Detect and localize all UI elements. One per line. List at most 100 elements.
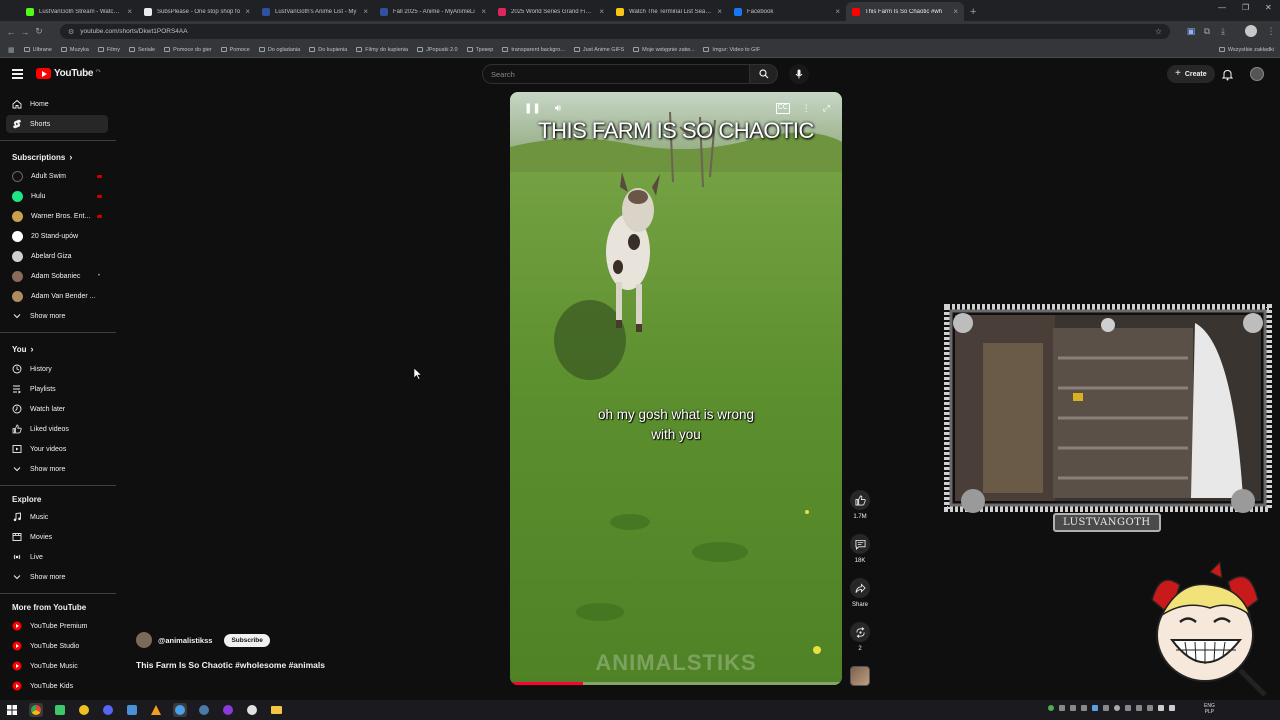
tab-close-icon[interactable]: × <box>835 7 840 16</box>
tab-close-icon[interactable]: × <box>363 7 368 16</box>
pause-icon[interactable]: ❚❚ <box>524 103 541 114</box>
maximize-icon[interactable]: ❐ <box>1242 3 1249 12</box>
short-video-player[interactable]: ❚❚ 🔊︎ CC ⋮ ⤢ THIS FARM IS SO CHAOTIC oh … <box>510 92 842 685</box>
tray-icon-3[interactable] <box>1070 705 1076 711</box>
browser-tab[interactable]: LustVanGoth's Anime List - My × <box>256 2 374 21</box>
tray-icon-9[interactable] <box>1136 705 1142 711</box>
bookmark-item[interactable]: Pomoce <box>220 47 250 53</box>
steam-icon[interactable] <box>197 703 211 717</box>
bookmark-item[interactable]: Pomoce do gier <box>164 47 212 53</box>
tab-close-icon[interactable]: × <box>599 7 604 16</box>
captions-icon[interactable]: CC <box>775 103 790 114</box>
tab-close-icon[interactable]: × <box>245 7 250 16</box>
sidebar-subscription[interactable]: Hulu <box>6 187 108 205</box>
bookmark-item[interactable]: Ulbrane <box>23 47 52 53</box>
app-icon-6[interactable] <box>149 703 163 717</box>
apps-icon[interactable]: ▦ <box>8 46 15 54</box>
tab-close-icon[interactable]: × <box>481 7 486 16</box>
sidebar-item-your-videos[interactable]: Your videos <box>6 440 108 458</box>
volume-tray-icon[interactable] <box>1169 705 1175 711</box>
sidebar-item-movies[interactable]: Movies <box>6 528 108 546</box>
sidebar-item-playlists[interactable]: Playlists <box>6 380 108 398</box>
sidebar-subscription[interactable]: Abelard Giza <box>6 247 108 265</box>
share-button[interactable] <box>850 578 870 598</box>
chrome-icon[interactable] <box>29 703 43 717</box>
discord-icon[interactable] <box>101 703 115 717</box>
sidebar-item-youtube-product[interactable]: YouTube Premium <box>6 617 108 635</box>
bookmark-item[interactable]: Seriale <box>128 47 155 53</box>
new-tab-button[interactable]: + <box>964 6 982 21</box>
browser-tab[interactable]: Facebook × <box>728 2 846 21</box>
fullscreen-icon[interactable]: ⤢ <box>823 103 830 114</box>
youtube-logo[interactable]: YouTube PL <box>36 68 101 79</box>
more-options-icon[interactable]: ⋮ <box>802 103 811 114</box>
browser-tab[interactable]: This Farm Is So Chaotic #wh × <box>846 2 964 21</box>
app-icon-10[interactable] <box>245 703 259 717</box>
tray-icon-4[interactable] <box>1081 705 1087 711</box>
short-title[interactable]: This Farm Is So Chaotic #wholesome #anim… <box>136 660 325 670</box>
bookmark-item[interactable]: Do ogladania <box>258 47 300 53</box>
sidebar-subscription[interactable]: Adult Swim <box>6 167 108 185</box>
menu-dots-icon[interactable]: ⋮ <box>1264 26 1278 37</box>
bookmark-item[interactable]: Muzyka <box>60 47 89 53</box>
file-explorer-icon[interactable] <box>269 703 283 717</box>
browser-tab[interactable]: Watch The Terminal List Season × <box>610 2 728 21</box>
app-icon-7[interactable] <box>173 703 187 717</box>
sidebar-item-youtube-product[interactable]: YouTube Music <box>6 657 108 675</box>
tab-close-icon[interactable]: × <box>717 7 722 16</box>
language-indicator[interactable]: ENG PLP <box>1204 703 1215 715</box>
search-input[interactable]: Search <box>482 64 750 84</box>
app-icon-9[interactable] <box>221 703 235 717</box>
subscriptions-heading[interactable]: Subscriptions › <box>12 152 72 162</box>
bookmark-item[interactable]: Imgur: Video to GIF <box>703 47 760 53</box>
extensions-icon[interactable]: ⧉ <box>1200 26 1214 37</box>
bookmark-item[interactable]: JPopuski 2.0 <box>417 47 458 53</box>
minimize-icon[interactable]: — <box>1218 3 1226 12</box>
sidebar-item-youtube-product[interactable]: YouTube Kids <box>6 677 108 695</box>
sidebar-item-history[interactable]: History <box>6 360 108 378</box>
app-icon-3[interactable] <box>77 703 91 717</box>
bookmark-item[interactable]: Moje wstępnie zatw... <box>633 47 694 53</box>
all-bookmarks[interactable]: Wszystkie zakładki <box>1218 47 1274 53</box>
back-icon[interactable]: ← <box>4 27 18 37</box>
address-bar[interactable]: ⚙ youtube.com/shorts/Dkwt1PORS4AA ☆ <box>60 24 1170 39</box>
extension-icon[interactable]: ▣ <box>1184 26 1198 37</box>
site-info-icon[interactable]: ⚙ <box>68 28 74 36</box>
reload-icon[interactable]: ↻ <box>32 26 46 37</box>
sidebar-subscription[interactable]: 20 Stand-upów <box>6 227 108 245</box>
bookmark-item[interactable]: Filmy <box>97 47 120 53</box>
download-icon[interactable]: ⤓ <box>1216 26 1230 37</box>
subscriptions-show-more[interactable]: Show more <box>6 307 108 325</box>
comments-button[interactable] <box>850 534 870 554</box>
sidebar-item-youtube-product[interactable]: YouTube Studio <box>6 637 108 655</box>
bookmark-item[interactable]: Filmy do kupienia <box>356 47 408 53</box>
sidebar-item-home[interactable]: Home <box>6 95 108 113</box>
hamburger-menu-icon[interactable] <box>12 69 23 79</box>
network-icon[interactable] <box>1158 705 1164 711</box>
sound-thumbnail[interactable] <box>850 666 870 686</box>
progress-bar[interactable] <box>510 682 842 685</box>
sidebar-item-liked-videos[interactable]: Liked videos <box>6 420 108 438</box>
tray-icon-10[interactable] <box>1147 705 1153 711</box>
start-icon[interactable] <box>5 703 19 717</box>
tab-close-icon[interactable]: × <box>127 7 132 16</box>
account-avatar[interactable] <box>1250 67 1264 81</box>
sidebar-subscription[interactable]: Adam Sobaniec • <box>6 267 108 285</box>
tray-icon-5[interactable] <box>1092 705 1098 711</box>
browser-tab[interactable]: SubsPlease - One stop shop fo × <box>138 2 256 21</box>
tray-icon-2[interactable] <box>1059 705 1065 711</box>
explore-show-more[interactable]: Show more <box>6 568 108 586</box>
channel-avatar[interactable] <box>136 632 152 648</box>
tray-icon-1[interactable] <box>1048 705 1054 711</box>
notifications-button[interactable] <box>1221 68 1234 86</box>
voice-search-button[interactable] <box>789 64 809 84</box>
app-icon-5[interactable] <box>125 703 139 717</box>
close-window-icon[interactable]: ✕ <box>1265 3 1272 12</box>
sidebar-item-shorts[interactable]: Shorts <box>6 115 108 133</box>
sidebar-item-watch-later[interactable]: Watch later <box>6 400 108 418</box>
like-button[interactable] <box>850 490 870 510</box>
you-show-more[interactable]: Show more <box>6 460 108 478</box>
tray-icon-8[interactable] <box>1125 705 1131 711</box>
bookmark-item[interactable]: transparent backgro... <box>502 47 565 53</box>
forward-icon[interactable]: → <box>18 27 32 37</box>
